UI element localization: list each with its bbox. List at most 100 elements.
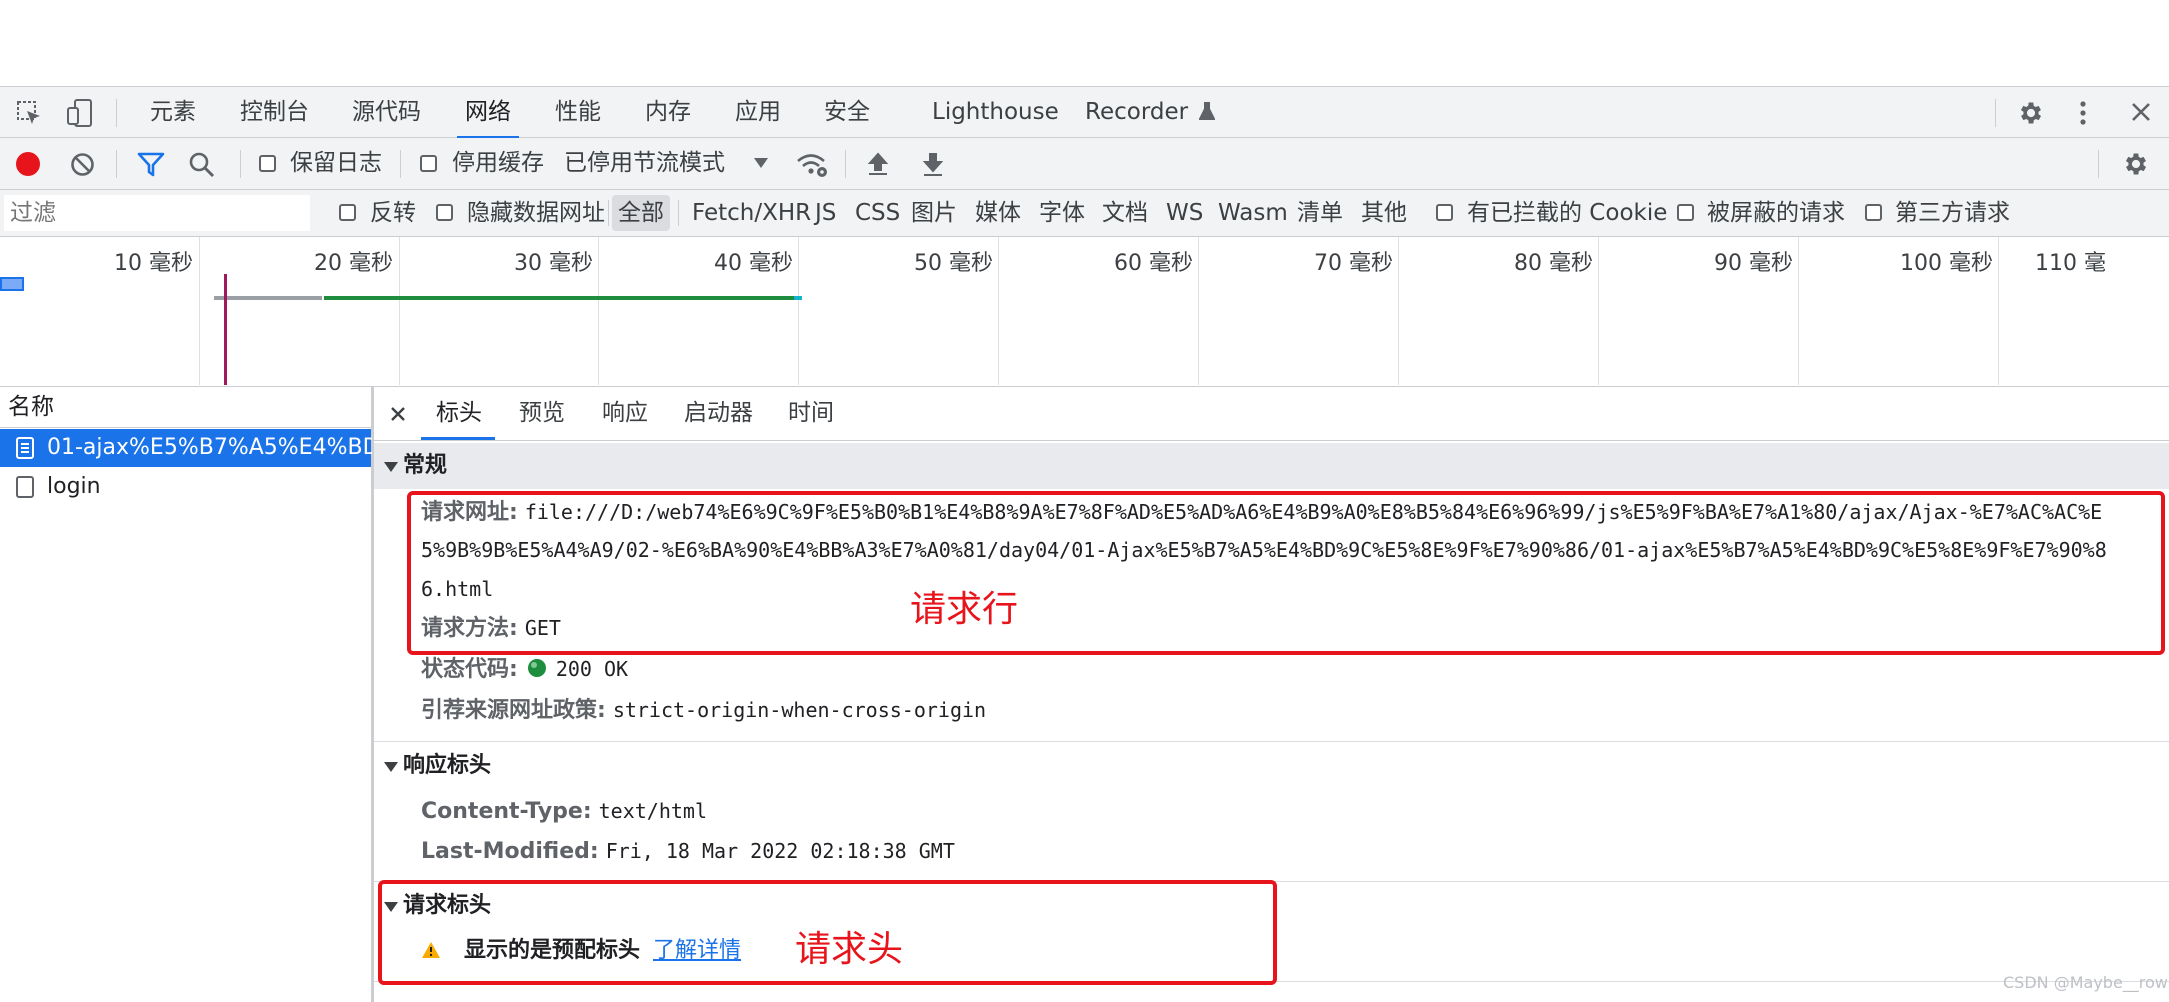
request-line-annotation: 请求行 xyxy=(910,589,1019,630)
invert-checkbox[interactable] xyxy=(339,204,356,221)
filter-type-other[interactable]: 其他 xyxy=(1361,190,1407,236)
referrer-policy-value: strict-origin-when-cross-origin xyxy=(612,698,987,722)
inspect-element-icon[interactable] xyxy=(16,100,42,126)
status-code-key: 状态代码: xyxy=(421,657,518,682)
tab-sources[interactable]: 源代码 xyxy=(352,87,421,138)
device-toolbar-icon[interactable] xyxy=(66,98,94,128)
filter-type-all[interactable]: 全部 xyxy=(612,195,670,231)
active-tab-indicator xyxy=(421,437,495,440)
filter-type-js[interactable]: JS xyxy=(815,190,836,236)
tab-elements[interactable]: 元素 xyxy=(150,87,196,138)
detail-tab-bar: 标头 预览 响应 启动器 时间 xyxy=(373,387,2169,441)
filter-type-fetch-xhr[interactable]: Fetch/XHR xyxy=(692,190,811,236)
devtools-tab-bar: 元素 控制台 源代码 网络 性能 内存 应用 安全 Lighthouse Rec… xyxy=(0,86,2169,139)
tab-response[interactable]: 响应 xyxy=(602,387,648,440)
divider xyxy=(240,150,241,178)
general-section-header[interactable]: 常规 xyxy=(373,443,2169,489)
filter-icon[interactable] xyxy=(137,152,165,177)
filter-input[interactable] xyxy=(4,195,310,231)
tick-label: 60 毫秒 xyxy=(1114,251,1193,276)
record-icon[interactable] xyxy=(15,151,41,177)
tab-recorder-label: Recorder xyxy=(1085,99,1189,125)
filter-type-css[interactable]: CSS xyxy=(855,190,900,236)
tick-label: 80 毫秒 xyxy=(1514,251,1593,276)
referrer-policy-key: 引荐来源网址政策: xyxy=(421,698,606,723)
filter-type-wasm[interactable]: Wasm xyxy=(1218,190,1288,236)
request-line-highlight-box xyxy=(407,491,2165,655)
divider xyxy=(845,150,846,178)
network-overview[interactable]: 10 毫秒 20 毫秒 30 毫秒 40 毫秒 50 毫秒 60 毫秒 70 毫… xyxy=(0,237,2169,387)
hide-data-urls-checkbox[interactable] xyxy=(436,204,453,221)
filter-type-doc[interactable]: 文档 xyxy=(1102,190,1148,236)
throttling-select[interactable]: 已停用节流模式 xyxy=(564,138,725,189)
preserve-log-checkbox[interactable] xyxy=(259,155,276,172)
referrer-policy-row: 引荐来源网址政策: strict-origin-when-cross-origi… xyxy=(421,691,986,730)
tab-initiator[interactable]: 启动器 xyxy=(684,387,753,440)
divider xyxy=(116,99,117,127)
status-code-value: 200 OK xyxy=(555,657,629,681)
tab-headers[interactable]: 标头 xyxy=(436,387,482,440)
filter-type-manifest[interactable]: 清单 xyxy=(1297,190,1343,236)
search-icon[interactable] xyxy=(189,152,215,178)
request-row-selected[interactable]: 01-ajax%E5%B7%A5%E4%BD... xyxy=(0,429,401,467)
tab-security[interactable]: 安全 xyxy=(824,87,870,138)
close-icon[interactable] xyxy=(2130,101,2152,123)
network-conditions-icon[interactable] xyxy=(795,150,829,178)
document-icon xyxy=(16,437,34,459)
request-header-annotation: 请求头 xyxy=(795,929,904,970)
clear-icon[interactable] xyxy=(70,152,95,177)
tab-console[interactable]: 控制台 xyxy=(240,87,309,138)
tick-line xyxy=(1398,237,1399,385)
content-type-key: Content-Type: xyxy=(421,799,592,824)
chevron-down-icon[interactable] xyxy=(753,157,769,169)
tick-line xyxy=(1998,237,1999,385)
filter-type-media[interactable]: 媒体 xyxy=(975,190,1021,236)
third-party-checkbox[interactable] xyxy=(1865,204,1882,221)
network-settings-gear-icon[interactable] xyxy=(2122,150,2150,178)
close-detail-icon[interactable] xyxy=(390,406,406,422)
request-name: 01-ajax%E5%B7%A5%E4%BD... xyxy=(47,435,401,460)
file-icon xyxy=(16,476,34,498)
divider xyxy=(678,200,679,226)
name-column-header[interactable]: 名称 xyxy=(8,387,54,427)
tick-label: 20 毫秒 xyxy=(314,251,393,276)
filter-type-font[interactable]: 字体 xyxy=(1039,190,1085,236)
export-har-icon[interactable] xyxy=(921,151,945,177)
more-options-icon[interactable] xyxy=(2077,99,2089,127)
blocked-cookies-checkbox[interactable] xyxy=(1436,204,1453,221)
disable-cache-checkbox[interactable] xyxy=(420,155,437,172)
filter-type-ws[interactable]: WS xyxy=(1166,190,1203,236)
import-har-icon[interactable] xyxy=(866,151,890,177)
tick-line xyxy=(1198,237,1199,385)
request-row[interactable]: login xyxy=(0,468,371,506)
last-modified-value: Fri, 18 Mar 2022 02:18:38 GMT xyxy=(605,839,955,863)
tab-network[interactable]: 网络 xyxy=(457,87,519,139)
tab-memory[interactable]: 内存 xyxy=(645,87,691,138)
tab-recorder[interactable]: Recorder xyxy=(1085,87,1217,138)
tick-label: 30 毫秒 xyxy=(514,251,593,276)
status-code-row: 状态代码: 200 OK xyxy=(421,650,628,689)
content-type-value: text/html xyxy=(598,799,708,823)
disable-cache-label: 停用缓存 xyxy=(452,150,544,176)
tab-timing[interactable]: 时间 xyxy=(788,387,834,440)
tick-line xyxy=(998,237,999,385)
request-bar-download xyxy=(324,296,794,300)
tab-performance[interactable]: 性能 xyxy=(555,87,601,138)
filter-type-img[interactable]: 图片 xyxy=(911,190,957,236)
tab-lighthouse[interactable]: Lighthouse xyxy=(932,87,1059,138)
response-headers-section-header[interactable]: 响应标头 xyxy=(373,743,2169,789)
response-headers-title: 响应标头 xyxy=(403,753,492,778)
settings-gear-icon[interactable] xyxy=(2017,99,2045,127)
request-bar-end xyxy=(794,296,802,300)
tab-application[interactable]: 应用 xyxy=(735,87,781,138)
request-list: 名称 01-ajax%E5%B7%A5%E4%BD... login xyxy=(0,387,401,1002)
tab-preview[interactable]: 预览 xyxy=(519,387,565,440)
filter-bar: 反转 隐藏数据网址 全部 Fetch/XHR JS CSS 图片 媒体 字体 文… xyxy=(0,190,2169,237)
flask-icon xyxy=(1198,102,1217,120)
third-party-label: 第三方请求 xyxy=(1895,200,2010,226)
pane-splitter[interactable] xyxy=(372,387,374,1002)
divider xyxy=(2098,150,2099,178)
divider xyxy=(373,741,2169,742)
blocked-requests-checkbox[interactable] xyxy=(1677,204,1694,221)
collapse-triangle-icon xyxy=(384,762,398,772)
